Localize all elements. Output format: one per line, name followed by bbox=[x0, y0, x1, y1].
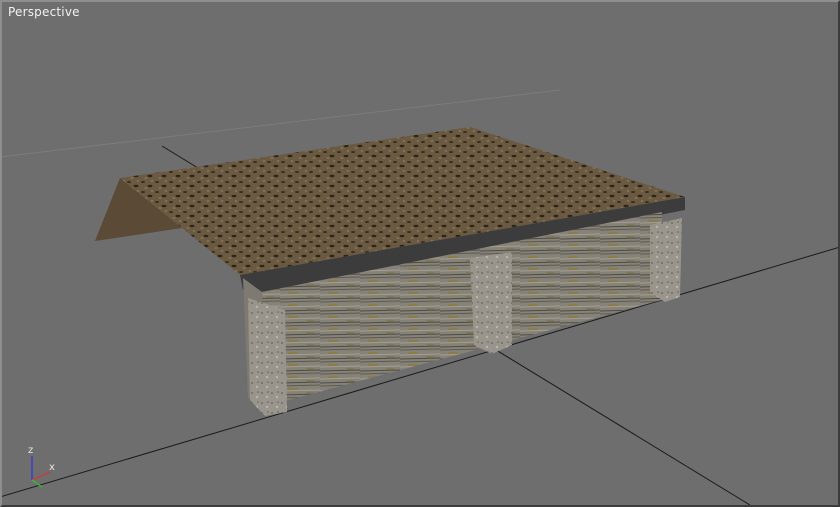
z-axis-label: z bbox=[28, 445, 33, 456]
perspective-viewport[interactable]: Perspective z x bbox=[0, 0, 840, 507]
post-middle bbox=[470, 252, 512, 354]
scene-canvas[interactable]: z x bbox=[0, 0, 840, 507]
viewport-label[interactable]: Perspective bbox=[8, 5, 80, 19]
post-left bbox=[248, 298, 287, 416]
x-axis-label: x bbox=[49, 462, 55, 473]
x-axis-line bbox=[31, 471, 51, 481]
axis-gizmo: z x bbox=[28, 445, 55, 488]
post-right bbox=[650, 218, 682, 302]
